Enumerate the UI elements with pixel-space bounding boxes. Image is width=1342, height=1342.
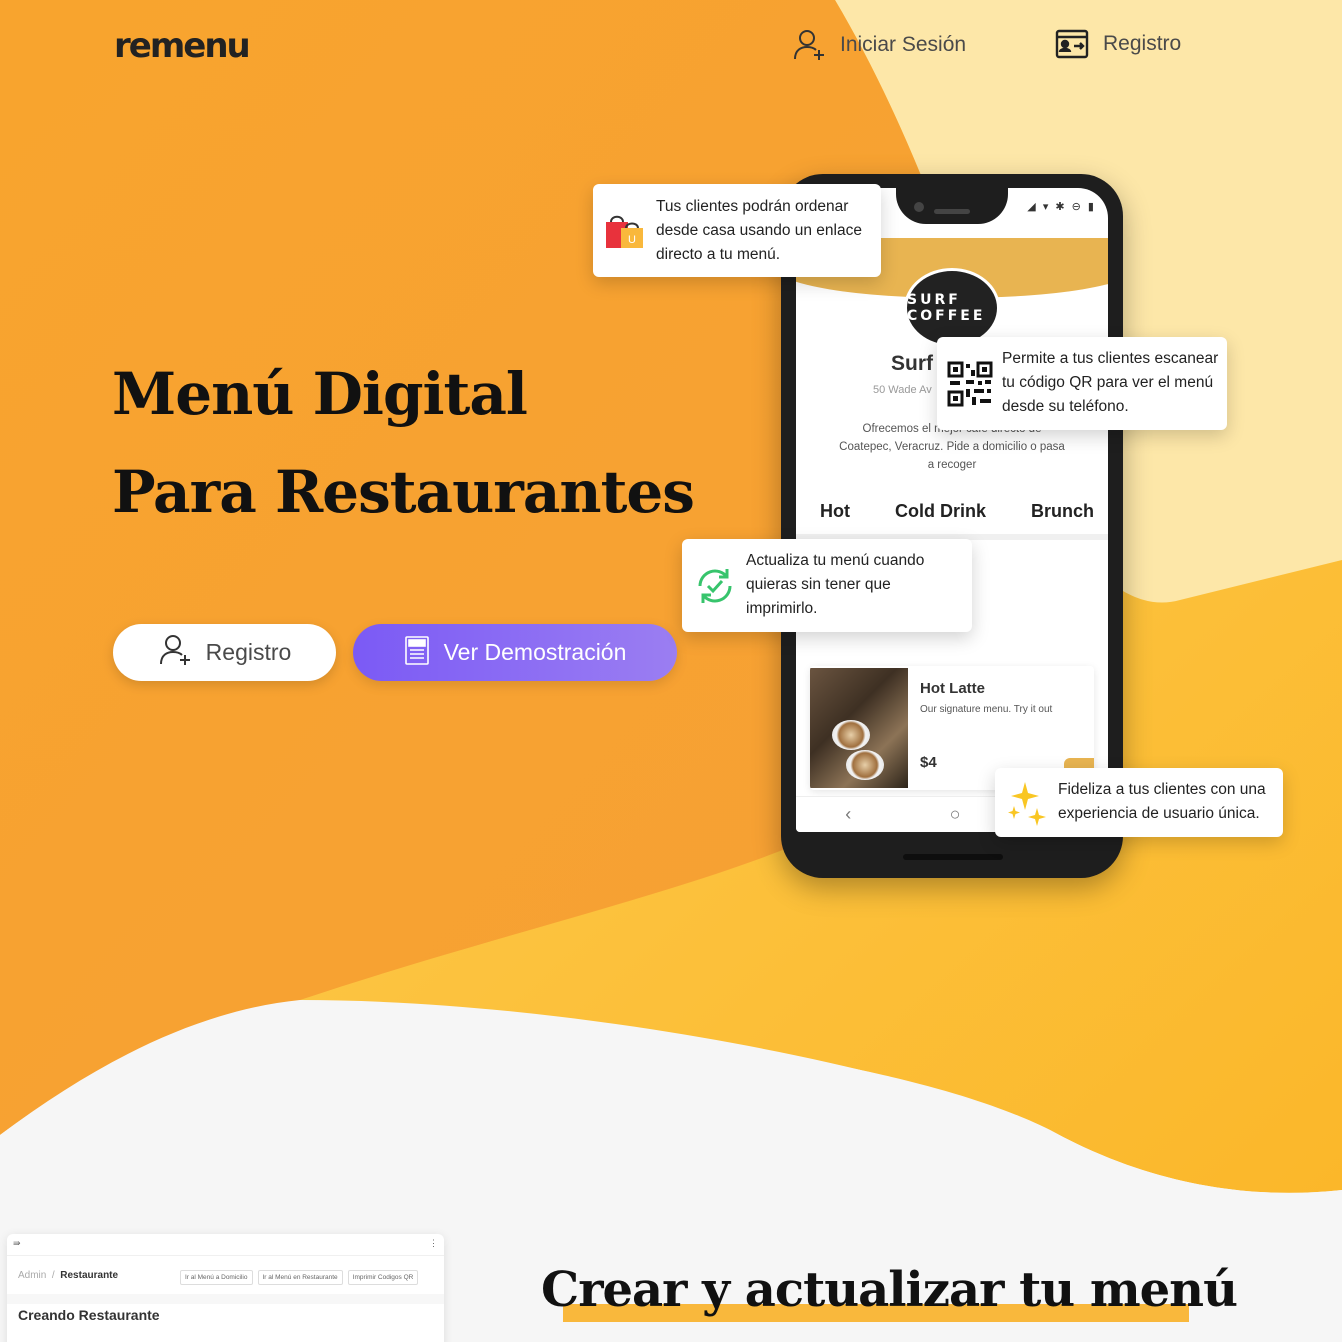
menu-item-price: $4 [920, 754, 937, 771]
register-label: Registro [1103, 32, 1182, 55]
menu-category-tabs: Hot Cold Drink Brunch [796, 501, 1108, 522]
feature-tooltip-delivery: U Tus clientes podrán ordenar desde casa… [593, 184, 881, 277]
tooltip-text: Tus clientes podrán ordenar desde casa u… [656, 198, 862, 263]
section-title: Crear y actualizar tu menú [541, 1262, 1238, 1318]
tab-hot[interactable]: Hot [820, 501, 850, 522]
qr-code-icon [947, 361, 993, 415]
login-label: Iniciar Sesión [840, 33, 967, 56]
admin-actions: Ir al Menú a Domicilio Ir al Menú en Res… [180, 1270, 419, 1285]
demo-button-label: Ver Demostración [443, 639, 627, 665]
back-icon[interactable]: ‹ [845, 804, 851, 825]
svg-text:U: U [628, 234, 636, 246]
shopping-bags-icon: U [605, 212, 645, 258]
tooltip-text: Fideliza a tus clientes con una experien… [1058, 781, 1266, 822]
menu-item-image [810, 668, 908, 788]
menu-card-icon [404, 634, 430, 672]
feature-tooltip-loyalty: Fideliza a tus clientes con una experien… [995, 768, 1283, 837]
add-user-icon [158, 633, 192, 673]
add-user-icon [792, 28, 826, 62]
register-button[interactable]: Registro [113, 624, 336, 681]
login-link[interactable]: Iniciar Sesión [792, 28, 966, 62]
breadcrumb-current: Restaurante [60, 1270, 119, 1281]
breadcrumb-root[interactable]: Admin [18, 1270, 46, 1281]
logo[interactable]: remenu [114, 26, 251, 66]
hero-title-line1: Menú Digital [112, 360, 528, 428]
breadcrumb: Admin / Restaurante [18, 1270, 119, 1281]
register-button-label: Registro [205, 639, 292, 665]
menu-item-title: Hot Latte [920, 680, 985, 697]
print-qr-button[interactable]: Imprimir Codigos QR [347, 1270, 419, 1285]
phone-screen: ◢ ▾ ✱ ⊖ ▮ SURF COFFEE Surf 50 Wade Av Of… [796, 188, 1108, 832]
hero-title-line2: Para Restaurantes [112, 458, 695, 526]
register-link[interactable]: Registro [1055, 28, 1181, 60]
tooltip-text: Permite a tus clientes escanear tu códig… [1002, 350, 1219, 415]
demo-button[interactable]: Ver Demostración [353, 624, 677, 681]
status-bar-icons: ◢ ▾ ✱ ⊖ ▮ [1027, 201, 1096, 213]
sparkles-icon [1005, 780, 1049, 834]
restaurant-logo: SURF COFFEE [904, 268, 1000, 348]
phone-notch [896, 188, 1008, 224]
admin-page-title: Creando Restaurante [18, 1307, 160, 1323]
restaurant-address: 50 Wade Av [873, 384, 932, 396]
more-options-icon[interactable]: ⋮ [429, 1238, 438, 1251]
refresh-check-icon [694, 565, 736, 615]
tab-cold-drink[interactable]: Cold Drink [895, 501, 986, 522]
feature-tooltip-qr: Permite a tus clientes escanear tu códig… [937, 337, 1227, 430]
restaurant-name: Surf [891, 352, 933, 375]
tab-brunch[interactable]: Brunch [1031, 501, 1094, 522]
phone-speaker [903, 854, 1003, 860]
id-card-icon [1055, 28, 1089, 60]
go-delivery-menu-button[interactable]: Ir al Menú a Domicilio [180, 1270, 253, 1285]
go-restaurant-menu-button[interactable]: Ir al Menú en Restaurante [257, 1270, 343, 1285]
tooltip-text: Actualiza tu menú cuando quieras sin ten… [746, 552, 925, 617]
admin-toolbar: ⇛ ⋮ [7, 1234, 444, 1256]
feature-tooltip-update: Actualiza tu menú cuando quieras sin ten… [682, 539, 972, 632]
admin-preview: ⇛ ⋮ Admin / Restaurante Ir al Menú a Dom… [7, 1234, 444, 1342]
collapse-menu-icon[interactable]: ⇛ [13, 1238, 21, 1251]
home-icon[interactable]: ○ [950, 804, 961, 825]
menu-item-description: Our signature menu. Try it out [920, 704, 1053, 715]
